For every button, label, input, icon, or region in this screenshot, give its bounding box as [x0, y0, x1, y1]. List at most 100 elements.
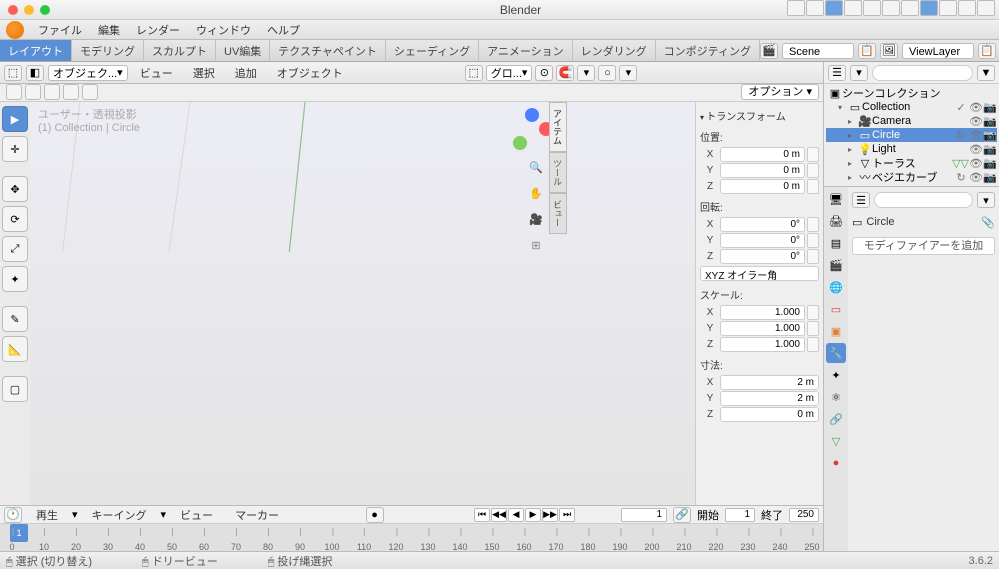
rot-y[interactable]: 0° — [720, 233, 805, 248]
tree-row[interactable]: ▸💡Light👁📷 — [826, 142, 997, 156]
mode-icon[interactable]: ◧ — [26, 65, 44, 81]
scale-x-lock[interactable] — [807, 305, 819, 320]
props-pin-icon[interactable]: ☰ — [852, 192, 870, 208]
tree-vis-icon[interactable]: 👁 — [969, 143, 981, 156]
outliner-search[interactable] — [872, 65, 973, 81]
tab-compositing[interactable]: コンポジティング — [656, 40, 760, 62]
play-rev-icon[interactable]: ◀ — [508, 508, 524, 522]
tree-vis-icon[interactable]: 👁 — [969, 115, 981, 128]
dim-x[interactable]: 2 m — [720, 375, 819, 390]
rot-z[interactable]: 0° — [720, 249, 805, 264]
prop-tab-constraints[interactable]: 🔗 — [826, 409, 846, 429]
prop-tab-data[interactable]: ▽ — [826, 431, 846, 451]
tree-toggle-icon[interactable]: ▸ — [848, 145, 858, 154]
n-tab-tool[interactable]: ツール — [549, 152, 567, 193]
pos-z[interactable]: 0 m — [720, 179, 805, 194]
prop-tab-particles[interactable]: ✦ — [826, 365, 846, 385]
next-key-icon[interactable]: ▶▶ — [542, 508, 558, 522]
camera-icon[interactable]: 🎥 — [527, 210, 545, 228]
selmode-icon-3[interactable] — [44, 84, 60, 100]
tab-modeling[interactable]: モデリング — [72, 40, 144, 62]
pos-z-lock[interactable] — [807, 179, 819, 194]
tree-toggle-icon[interactable]: ▾ — [838, 103, 848, 112]
tool-addcube[interactable]: ▢ — [2, 376, 28, 402]
scene-browse-icon[interactable]: 🎬 — [760, 43, 778, 59]
tab-uv[interactable]: UV編集 — [216, 40, 270, 62]
tl-view[interactable]: ビュー — [172, 505, 221, 525]
tool-move[interactable]: ✥ — [2, 176, 28, 202]
tree-vis-icon[interactable]: 📷 — [983, 157, 995, 170]
layer-new-icon[interactable]: 📋 — [978, 43, 996, 59]
pos-x-lock[interactable] — [807, 147, 819, 162]
tree-row[interactable]: ▸▽トーラス▽▽👁📷 — [826, 156, 997, 170]
tab-texpaint[interactable]: テクスチャペイント — [270, 40, 386, 62]
prop-tab-collection[interactable]: ▭ — [826, 299, 846, 319]
scale-z[interactable]: 1.000 — [720, 337, 805, 352]
tree-row[interactable]: ▸🎥Camera👁📷 — [826, 114, 997, 128]
proportional-icon[interactable]: ○ — [598, 65, 616, 81]
play-icon[interactable]: ▶ — [525, 508, 541, 522]
tab-layout[interactable]: レイアウト — [0, 40, 72, 62]
minimize-icon[interactable] — [24, 5, 34, 15]
tree-vis-icon[interactable]: 👁 — [969, 101, 981, 114]
tool-select[interactable]: ▶ — [2, 106, 28, 132]
vp-menu-object[interactable]: オブジェクト — [269, 63, 351, 83]
props-options-icon[interactable]: ▾ — [977, 192, 995, 208]
tool-transform[interactable]: ✦ — [2, 266, 28, 292]
dim-z[interactable]: 0 m — [720, 407, 819, 422]
prop-tab-viewlayer[interactable]: ▤ — [826, 233, 846, 253]
jump-end-icon[interactable]: ⏭ — [559, 508, 575, 522]
scale-z-lock[interactable] — [807, 337, 819, 352]
add-modifier-dropdown[interactable]: モディファイアーを追加 — [852, 237, 995, 255]
vp-menu-select[interactable]: 選択 — [185, 63, 223, 83]
tree-vis-icon[interactable]: 📷 — [983, 171, 995, 184]
snap-dd-icon[interactable]: ▾ — [577, 65, 595, 81]
pos-y-lock[interactable] — [807, 163, 819, 178]
tree-row[interactable]: ▸▭Circle↻👁📷 — [826, 128, 997, 142]
orientation-dropdown[interactable]: グロ... ▾ — [486, 65, 533, 81]
rot-y-lock[interactable] — [807, 233, 819, 248]
tool-annotate[interactable]: ✎ — [2, 306, 28, 332]
editor-type-icon[interactable]: ⬚ — [4, 65, 22, 81]
tab-rendering[interactable]: レンダリング — [573, 40, 656, 62]
tree-row[interactable]: ▸〰ベジエカーブ↻👁📷 — [826, 170, 997, 184]
transform-header[interactable]: トランスフォーム — [700, 106, 819, 125]
prop-tab-scene[interactable]: 🎬 — [826, 255, 846, 275]
current-frame[interactable]: 1 — [621, 508, 667, 522]
mode-dropdown[interactable]: オブジェク... ▾ — [48, 65, 128, 81]
pan-icon[interactable]: ✋ — [527, 184, 545, 202]
scene-new-icon[interactable]: 📋 — [858, 43, 876, 59]
gizmo-y-icon[interactable] — [513, 136, 527, 150]
snap-icon[interactable]: 🧲 — [556, 65, 574, 81]
object-name[interactable]: Circle — [866, 216, 977, 228]
tab-shading[interactable]: シェーディング — [386, 40, 479, 62]
tree-scene-collection[interactable]: ▣ シーンコレクション — [826, 86, 997, 100]
prop-tab-output[interactable]: 🖨 — [826, 211, 846, 231]
prop-tab-material[interactable]: ● — [826, 453, 846, 473]
timeline-ruler[interactable]: 1 01020304050607080901001101201301401501… — [0, 524, 823, 551]
prop-tab-world[interactable]: 🌐 — [826, 277, 846, 297]
menu-edit[interactable]: 編集 — [90, 20, 128, 40]
viewlayer-field[interactable]: ViewLayer — [902, 43, 974, 59]
maximize-icon[interactable] — [40, 5, 50, 15]
scale-y-lock[interactable] — [807, 321, 819, 336]
tl-marker[interactable]: マーカー — [227, 505, 287, 525]
proportional-dd-icon[interactable]: ▾ — [619, 65, 637, 81]
tree-toggle-icon[interactable]: ▸ — [848, 117, 858, 126]
viewport-canvas[interactable]: ユーザー・透視投影 (1) Collection | Circle 🔍 ✋ 🎥 … — [30, 102, 695, 505]
prop-tab-object[interactable]: ▣ — [826, 321, 846, 341]
tool-scale[interactable]: ⤢ — [2, 236, 28, 262]
properties-search[interactable] — [874, 192, 973, 208]
pos-y[interactable]: 0 m — [720, 163, 805, 178]
zoom-icon[interactable]: 🔍 — [527, 158, 545, 176]
tree-toggle-icon[interactable]: ▸ — [848, 173, 858, 182]
options-dropdown[interactable]: オプション ▾ — [741, 84, 819, 100]
tree-vis-icon[interactable]: 📷 — [983, 143, 995, 156]
tree-vis-icon[interactable]: 📷 — [983, 101, 995, 114]
tree-vis-icon[interactable]: ↻ — [955, 171, 967, 184]
menu-render[interactable]: レンダー — [128, 20, 188, 40]
selmode-icon-2[interactable] — [25, 84, 41, 100]
tree-vis-icon[interactable]: 📷 — [983, 115, 995, 128]
blender-logo-icon[interactable] — [6, 21, 24, 39]
tree-toggle-icon[interactable]: ▸ — [848, 159, 858, 168]
